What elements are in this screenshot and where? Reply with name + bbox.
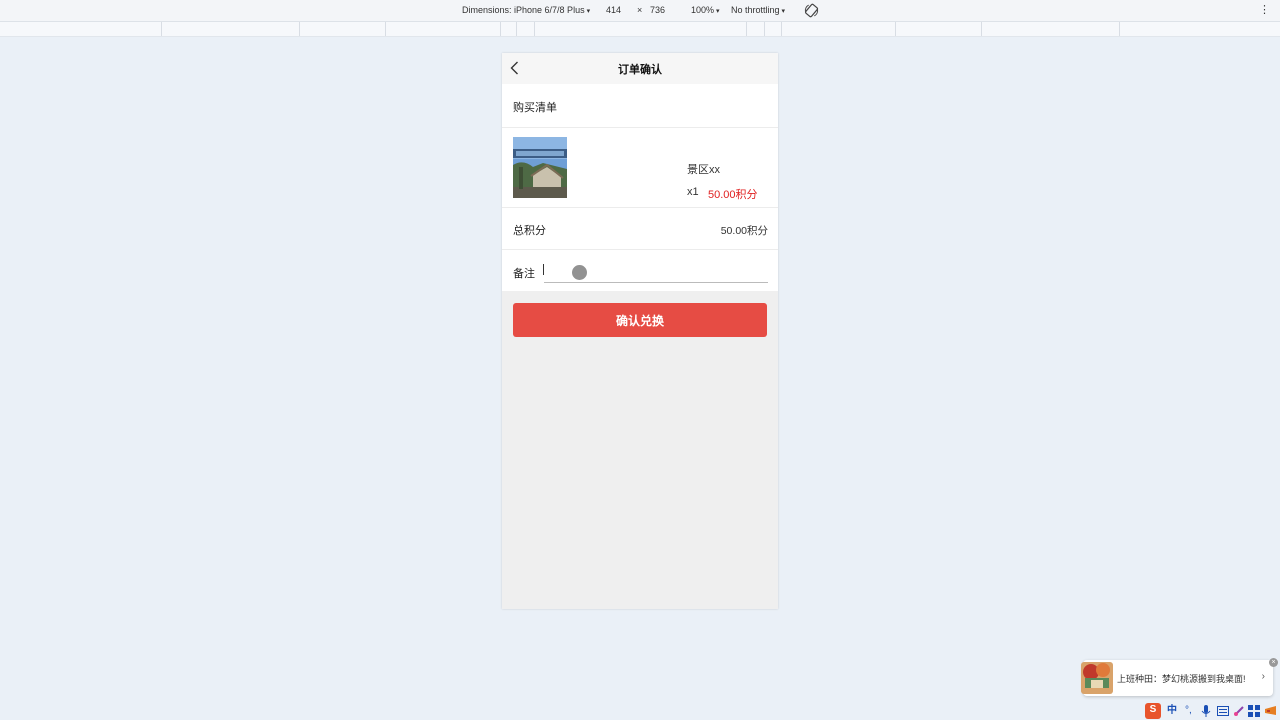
phone-viewport: 订单确认 购买清单 景区xx x1 50.00积分 总积分 50.00积分 备注	[502, 53, 778, 609]
notification-text: 上班种田：梦幻桃源搬到我桌面!	[1117, 674, 1246, 684]
item-quantity: x1	[687, 186, 699, 198]
toolbox-icon[interactable]	[1248, 705, 1260, 717]
throttling-select[interactable]: No throttling ▾	[731, 5, 785, 15]
throttling-caret-icon: ▾	[781, 8, 786, 15]
height-field[interactable]: 736	[650, 5, 665, 15]
close-icon[interactable]: ×	[1269, 658, 1278, 667]
device-label: Dimensions: iPhone 6/7/8 Plus	[462, 5, 585, 15]
zoom-select[interactable]: 100% ▾	[691, 5, 720, 15]
microphone-icon[interactable]	[1201, 705, 1211, 718]
device-caret-icon: ▾	[586, 8, 591, 15]
ime-logo-icon[interactable]: S	[1145, 703, 1161, 719]
skin-icon[interactable]	[1233, 705, 1245, 717]
devtools-toolbar: Dimensions: iPhone 6/7/8 Plus ▾ 414 × 736…	[0, 0, 1280, 22]
item-price: 50.00积分	[708, 189, 758, 201]
game-icon[interactable]	[1264, 705, 1277, 717]
system-tray: S 中 °,	[1145, 702, 1280, 720]
chevron-right-icon[interactable]: ›	[1262, 671, 1265, 682]
notification-popup[interactable]: 上班种田：梦幻桃源搬到我桌面! ›	[1081, 660, 1273, 696]
product-image	[513, 137, 567, 198]
times-sign: ×	[637, 5, 643, 15]
order-item: 景区xx x1 50.00积分	[502, 128, 778, 207]
ime-language-toggle[interactable]: 中	[1167, 704, 1177, 718]
punctuation-icon[interactable]: °,	[1185, 704, 1192, 718]
nav-bar: 订单确认	[502, 53, 778, 84]
total-points-label: 总积分	[513, 225, 546, 237]
total-points-row: 总积分 50.00积分	[502, 208, 778, 249]
media-query-ruler	[0, 22, 1280, 37]
total-points-value: 50.00积分	[720, 225, 768, 237]
zoom-caret-icon: ▾	[716, 8, 720, 15]
notification-thumbnail	[1081, 662, 1113, 694]
zoom-label: 100%	[691, 5, 715, 15]
more-options-icon[interactable]: ⋮	[1259, 3, 1270, 17]
touch-pointer	[572, 265, 587, 280]
purchase-list-label: 购买清单	[513, 102, 557, 114]
width-field[interactable]: 414	[606, 5, 621, 15]
throttling-label: No throttling	[731, 5, 780, 15]
device-select[interactable]: Dimensions: iPhone 6/7/8 Plus ▾	[462, 5, 590, 15]
rotate-icon[interactable]	[804, 3, 819, 18]
confirm-exchange-button[interactable]: 确认兑换	[513, 303, 767, 337]
item-name: 景区xx	[687, 164, 720, 176]
keyboard-icon[interactable]	[1217, 705, 1229, 717]
text-cursor	[543, 264, 544, 275]
remark-row: 备注	[502, 250, 778, 291]
page-title: 订单确认	[618, 64, 662, 76]
purchase-list-header: 购买清单	[502, 84, 778, 127]
remark-label: 备注	[513, 268, 535, 280]
